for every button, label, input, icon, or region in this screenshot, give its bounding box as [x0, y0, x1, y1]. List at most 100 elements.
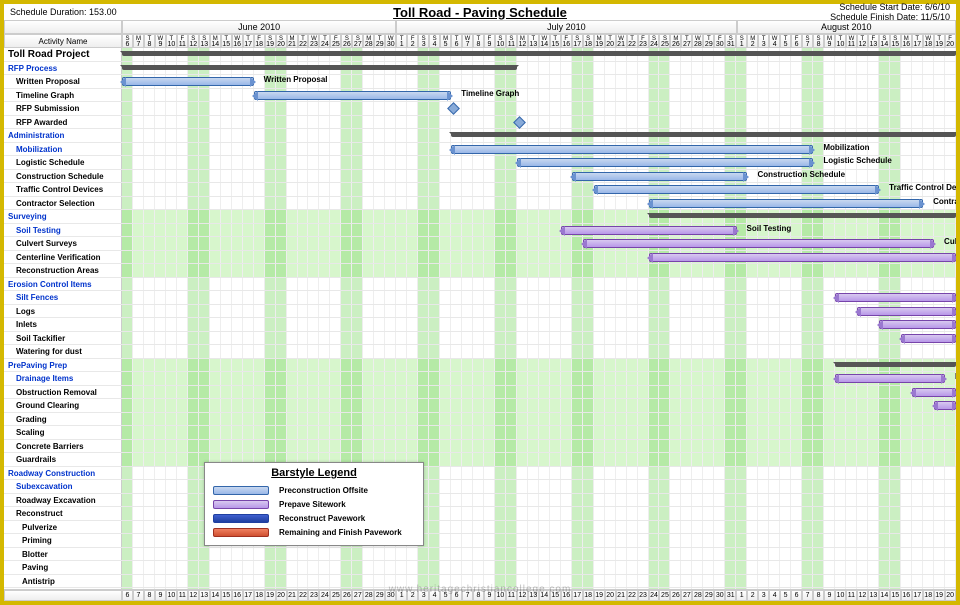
gantt-bar[interactable] — [857, 307, 956, 316]
gantt-row[interactable]: Concrete Barriers — [4, 440, 956, 454]
gantt-row[interactable]: Inlets — [4, 318, 956, 332]
legend-panel[interactable]: Barstyle Legend Preconstruction OffsiteP… — [204, 462, 424, 546]
activity-label: Logistic Schedule — [4, 156, 122, 169]
gantt-row[interactable]: Administration — [4, 129, 956, 143]
day-cell: W11 — [846, 34, 857, 48]
day-cell: 19 — [594, 590, 605, 601]
bar-label: Logistic Schedule — [823, 156, 891, 165]
gantt-bar[interactable] — [122, 51, 956, 56]
gantt-row[interactable]: Watering for dust — [4, 345, 956, 359]
gantt-row[interactable]: Culvert SurveysCulvert Surveys — [4, 237, 956, 251]
day-cell: S31 — [725, 34, 736, 48]
gantt-row[interactable]: MobilizationMobilization — [4, 143, 956, 157]
gantt-row[interactable]: Roadway Excavation — [4, 494, 956, 508]
day-cell: W7 — [462, 34, 473, 48]
gantt-bar[interactable] — [122, 77, 254, 86]
gantt-row[interactable]: RFP Awarded — [4, 116, 956, 130]
day-cell: 18 — [583, 590, 594, 601]
gantt-row[interactable]: Blotter — [4, 548, 956, 562]
page-title: Toll Road - Paving Schedule — [210, 5, 750, 20]
day-cell: S19 — [265, 34, 276, 48]
gantt-row[interactable]: Roadway Construction — [4, 467, 956, 481]
gantt-row[interactable]: Priming — [4, 534, 956, 548]
gantt-row[interactable]: Obstruction RemovalObstru — [4, 386, 956, 400]
gantt-row[interactable]: Timeline GraphTimeline Graph — [4, 89, 956, 103]
gantt-row[interactable]: Centerline VerificationCenterline Verifi… — [4, 251, 956, 265]
day-cell: 25 — [330, 590, 341, 601]
day-cell: 9 — [155, 590, 166, 601]
gantt-bar[interactable] — [934, 401, 956, 410]
gantt-row[interactable]: Guardrails — [4, 453, 956, 467]
bar-label: Mobilization — [823, 143, 869, 152]
gantt-row[interactable]: Traffic Control DevicesTraffic Control D… — [4, 183, 956, 197]
day-cell: S12 — [188, 34, 199, 48]
gantt-row[interactable]: Drainage ItemsDrainage Items — [4, 372, 956, 386]
gantt-bar[interactable] — [594, 185, 879, 194]
day-cell: W18 — [923, 34, 934, 48]
gantt-bar[interactable] — [122, 65, 517, 70]
day-cell: 22 — [627, 590, 638, 601]
day-cell: S8 — [813, 34, 824, 48]
gantt-bar[interactable] — [879, 320, 956, 329]
gantt-row[interactable]: Silt Fences — [4, 291, 956, 305]
gantt-bar[interactable] — [583, 239, 934, 248]
gantt-bar[interactable] — [901, 334, 956, 343]
activity-label: Drainage Items — [4, 372, 122, 385]
month-header-row: June 2010July 2010August 2010 — [4, 20, 956, 34]
day-cell: 2 — [407, 590, 418, 601]
gantt-row[interactable]: Logistic Schedule Logistic Schedule — [4, 156, 956, 170]
day-cell: S10 — [495, 34, 506, 48]
gantt-bar[interactable] — [572, 172, 748, 181]
gantt-bar[interactable] — [451, 145, 813, 154]
gantt-row[interactable]: Pulverize — [4, 521, 956, 535]
gantt-row[interactable]: Paving — [4, 561, 956, 575]
gantt-bar[interactable] — [649, 253, 956, 262]
gantt-bar[interactable] — [835, 362, 956, 367]
day-cell: 24 — [319, 590, 330, 601]
day-cell: 16 — [232, 590, 243, 601]
gantt-bar[interactable] — [649, 213, 956, 218]
gantt-row[interactable]: Soil TestingSoil Testing — [4, 224, 956, 238]
milestone-diamond-icon[interactable] — [513, 116, 526, 129]
gantt-bar[interactable] — [451, 132, 956, 137]
activity-label: Obstruction Removal — [4, 386, 122, 399]
gantt-row[interactable]: Reconstruction Areas — [4, 264, 956, 278]
gantt-row[interactable]: Contractor SelectionContractor Selection — [4, 197, 956, 211]
day-cell: 16 — [561, 590, 572, 601]
gantt-row[interactable]: Written ProposalWritten Proposal — [4, 75, 956, 89]
gantt-row[interactable]: Scaling — [4, 426, 956, 440]
activity-label: RFP Submission — [4, 102, 122, 115]
gantt-row[interactable]: Ground ClearingGro — [4, 399, 956, 413]
gantt-row[interactable]: Subexcavation — [4, 480, 956, 494]
gantt-row[interactable]: Toll Road Project — [4, 48, 956, 62]
day-cell: 23 — [638, 590, 649, 601]
gantt-row[interactable]: Lift — [4, 588, 956, 589]
gantt-bar[interactable] — [835, 293, 956, 302]
gantt-row[interactable]: Antistrip — [4, 575, 956, 589]
day-cell: S20 — [276, 34, 287, 48]
day-footer-row: 6789101112131415161718192021222324252627… — [4, 589, 956, 601]
day-cell: T10 — [166, 34, 177, 48]
gantt-row[interactable]: RFP Process — [4, 62, 956, 76]
gantt-bar[interactable] — [254, 91, 452, 100]
gantt-row[interactable]: Construction ScheduleConstruction Schedu… — [4, 170, 956, 184]
gantt-row[interactable]: Logs — [4, 305, 956, 319]
gantt-row[interactable]: Soil Tackifier — [4, 332, 956, 346]
gantt-body[interactable]: Toll Road ProjectRFP ProcessWritten Prop… — [4, 48, 956, 589]
gantt-row[interactable]: Surveying — [4, 210, 956, 224]
day-cell: 18 — [254, 590, 265, 601]
gantt-row[interactable]: Grading — [4, 413, 956, 427]
day-cell: T27 — [681, 34, 692, 48]
milestone-diamond-icon[interactable] — [447, 102, 460, 115]
gantt-bar[interactable] — [835, 374, 945, 383]
bar-label: Timeline Graph — [461, 89, 519, 98]
gantt-row[interactable]: RFP Submission — [4, 102, 956, 116]
gantt-bar[interactable] — [517, 158, 813, 167]
gantt-bar[interactable] — [912, 388, 956, 397]
gantt-row[interactable]: PrePaving Prep — [4, 359, 956, 373]
day-cell: 23 — [308, 590, 319, 601]
gantt-row[interactable]: Erosion Control Items — [4, 278, 956, 292]
gantt-row[interactable]: Reconstruct — [4, 507, 956, 521]
gantt-bar[interactable] — [649, 199, 923, 208]
gantt-bar[interactable] — [561, 226, 737, 235]
